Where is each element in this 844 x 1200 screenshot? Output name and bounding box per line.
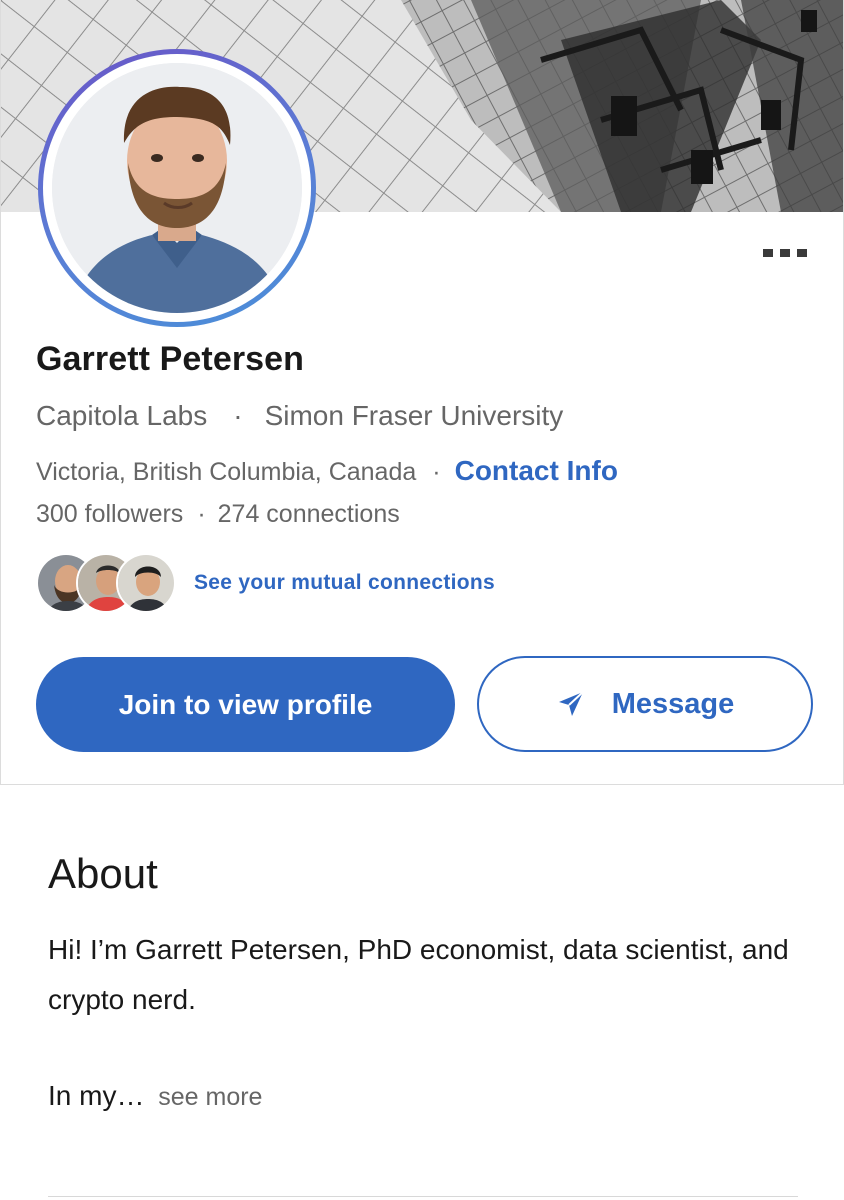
mutual-connection-avatars	[36, 552, 176, 614]
mutual-connections-label: See your mutual connections	[194, 571, 495, 594]
current-company: Capitola Labs	[36, 400, 208, 431]
divider	[48, 1196, 798, 1197]
profile-top-card: Garrett Petersen Capitola Labs · Simon Fra…	[0, 0, 844, 785]
profile-headline: Capitola Labs · Simon Fraser University	[36, 400, 563, 432]
about-heading: About	[48, 850, 158, 897]
profile-page: Garrett Petersen Capitola Labs · Simon Fra…	[0, 0, 844, 1200]
about-truncated-text: In my…	[48, 1080, 145, 1111]
see-more-link[interactable]: see more	[158, 1083, 262, 1111]
more-options-button[interactable]	[763, 246, 809, 260]
separator: ·	[432, 458, 441, 486]
send-icon	[558, 691, 584, 716]
location: Victoria, British Columbia, Canada	[36, 458, 417, 486]
message-button-label: Message	[611, 687, 735, 720]
separator: ·	[233, 400, 243, 431]
profile-avatar	[38, 49, 316, 327]
avatar	[116, 553, 176, 613]
network-stats: 300 followers · 274 connections	[36, 500, 400, 529]
profile-name: Garrett Petersen	[36, 340, 305, 378]
followers-count: 300 followers	[36, 500, 184, 528]
about-truncated-line: In my… see more	[48, 1080, 262, 1112]
join-to-view-profile-button[interactable]: Join to view profile	[36, 657, 455, 752]
profile-photo	[52, 63, 302, 313]
about-text: Hi! I’m Garrett Petersen, PhD economist,…	[48, 934, 789, 1015]
mutual-connections-link[interactable]: See your mutual connections	[36, 552, 495, 614]
contact-info-link[interactable]: Contact Info	[455, 455, 618, 486]
join-button-label: Join to view profile	[118, 688, 373, 720]
location-line: Victoria, British Columbia, Canada · Conta…	[36, 455, 618, 487]
education-school: Simon Fraser University	[264, 400, 564, 431]
more-horizontal-icon	[763, 249, 773, 257]
separator: ·	[197, 500, 206, 528]
connections-count: 274 connections	[217, 500, 400, 528]
message-button[interactable]: Message	[477, 656, 813, 752]
